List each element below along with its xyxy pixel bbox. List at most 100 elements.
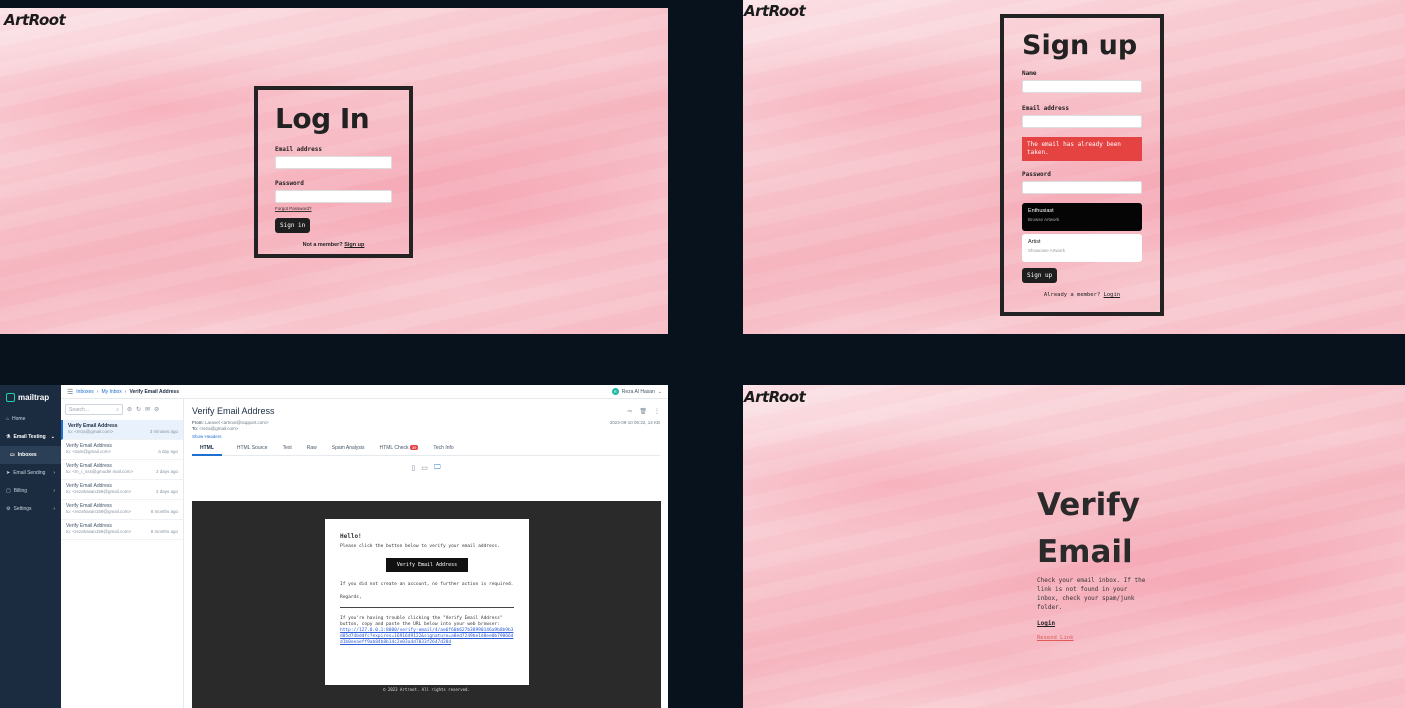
menu-icon[interactable]: ☰ (67, 388, 73, 396)
mailtrap-window: mailtrap ⌂ Home ⚗ Email Testing ⌄ ▭ Inboxes … (0, 385, 668, 708)
signup-password-input[interactable] (1022, 181, 1142, 194)
breadcrumb-my-inbox[interactable]: My Inbox (101, 389, 121, 395)
message-time: a day ago (158, 449, 178, 454)
mobile-icon[interactable]: ▯ (411, 464, 415, 472)
mark-read-icon[interactable]: ✉ (145, 406, 150, 413)
message-item[interactable]: Verify Email Address to: <rezahasan159@g… (61, 480, 183, 500)
message-meta: From: Laravel <artroot@support.com> 2023… (192, 420, 660, 440)
desktop-icon[interactable]: 🖵 (434, 464, 441, 472)
name-input[interactable] (1022, 80, 1142, 93)
html-check-badge: 39 (409, 445, 419, 450)
sign-up-button[interactable]: Sign up (1022, 268, 1058, 283)
signup-email-input[interactable] (1022, 115, 1142, 128)
message-item[interactable]: Verify Email Address to: <rezahasan159@g… (61, 520, 183, 540)
email-note: If you did not create an account, no fur… (340, 582, 514, 587)
nav-label: Email Sending (13, 470, 46, 476)
nav-settings[interactable]: ⚙ Settings › (0, 500, 61, 518)
tab-html-source[interactable]: HTML Source (237, 445, 268, 451)
tab-spam-analysis[interactable]: Spam Analysis (332, 445, 365, 451)
nav-home[interactable]: ⌂ Home (0, 410, 61, 428)
chevron-right-icon: › (53, 488, 55, 494)
email-input[interactable] (275, 156, 392, 169)
email-copyright: © 2023 Artroot. All rights reserved. (383, 687, 470, 692)
user-menu[interactable]: R Reza Al Hasan ⌄ (611, 388, 662, 395)
email-error-message: The email has already been taken. (1022, 137, 1142, 161)
filter-icon[interactable]: ⊜ (127, 406, 132, 413)
artroot-logo[interactable]: ArtRoot (4, 11, 66, 29)
message-to: to: <reza@gmail.com> (68, 429, 114, 434)
verify-title: Verify Email (1037, 482, 1140, 576)
role-option-artist[interactable]: Artist Showcase Artwork (1022, 234, 1142, 262)
tab-tech-info[interactable]: Tech Info (433, 445, 453, 451)
show-headers-link[interactable]: Show Headers (192, 434, 660, 440)
message-time: 2 days ago (155, 489, 178, 494)
send-icon: ➤ (6, 470, 11, 476)
message-to: to: <m_r_sss@gmudel mail.com> (66, 469, 134, 474)
message-item[interactable]: Verify Email Address to: <sam@gmail.com>… (61, 440, 183, 460)
chevron-down-icon: ⌄ (50, 434, 55, 440)
message-item[interactable]: Verify Email Address to: <m_r_sss@gmudel… (61, 460, 183, 480)
gear-icon: ⚙ (6, 506, 11, 512)
password-input[interactable] (275, 190, 392, 203)
sign-in-button[interactable]: Sign in (275, 218, 311, 233)
mailtrap-sidebar: mailtrap ⌂ Home ⚗ Email Testing ⌄ ▭ Inboxes … (0, 385, 61, 708)
message-item[interactable]: Verify Email Address to: <reza@gmail.com… (61, 420, 183, 440)
tab-raw[interactable]: Raw (307, 445, 317, 451)
login-link[interactable]: Login (1104, 292, 1121, 298)
tab-html[interactable]: HTML (192, 445, 222, 456)
from-value: Laravel <artroot@support.com> (205, 420, 269, 425)
mailtrap-logo[interactable]: mailtrap (0, 385, 61, 410)
role-subtitle: Showcase Artwork (1028, 248, 1066, 253)
message-list: Search... ⌕ ⊜ ↻ ✉ ⊘ Verify Email Address… (61, 399, 184, 708)
nav-billing[interactable]: ▢ Billing › (0, 482, 61, 500)
tab-text[interactable]: Text (283, 445, 292, 451)
more-icon[interactable]: ⋮ (654, 408, 660, 415)
role-subtitle: Browse Artwork (1028, 217, 1060, 222)
role-title: Enthusiast (1028, 208, 1054, 214)
message-to: to: <rezahasan159@gmail.com> (66, 489, 132, 494)
device-switcher: ▯ ▭ 🖵 (192, 464, 660, 472)
forgot-password-link[interactable]: Forgot Password? (275, 206, 392, 211)
message-to: to: <rezahasan159@gmail.com> (66, 529, 132, 534)
email-regards: Regards, (340, 595, 362, 600)
verify-login-link[interactable]: Login (1037, 620, 1055, 627)
refresh-icon[interactable]: ↻ (136, 406, 141, 413)
forward-icon[interactable]: ⇨ (627, 408, 632, 415)
tab-label: HTML Check (379, 445, 409, 451)
name-label: Name (1022, 70, 1037, 77)
mailtrap-brand: mailtrap (18, 393, 50, 402)
tablet-icon[interactable]: ▭ (421, 464, 428, 472)
email-intro: Please click the button below to verify … (340, 544, 500, 549)
message-tabs: HTML HTML Source Text Raw Spam Analysis … (192, 445, 660, 456)
signup-password-label: Password (1022, 171, 1051, 178)
role-option-enthusiast[interactable]: Enthusiast Browse Artwork (1022, 203, 1142, 231)
nav-inboxes[interactable]: ▭ Inboxes (0, 446, 61, 464)
nav-email-testing[interactable]: ⚗ Email Testing ⌄ (0, 428, 61, 446)
breadcrumb: ☰ Inboxes › My Inbox › Verify Email Addr… (61, 385, 668, 399)
clear-icon[interactable]: ⊘ (154, 406, 159, 413)
verify-url-link[interactable]: http://127.0.0.1:8000/verify-email/4/ae6… (340, 628, 513, 645)
nav-email-sending[interactable]: ➤ Email Sending › (0, 464, 61, 482)
message-item[interactable]: Verify Email Address to: <rezahasan159@g… (61, 500, 183, 520)
tab-html-check[interactable]: HTML Check 39 (380, 445, 419, 451)
search-input[interactable]: Search... ⌕ (65, 404, 123, 415)
signup-card: Sign up Name Email address The email has… (1000, 14, 1164, 316)
artroot-logo[interactable]: ArtRoot (744, 388, 806, 406)
card-icon: ▢ (6, 488, 11, 494)
message-time: 8 months ago (150, 529, 178, 534)
home-icon: ⌂ (6, 416, 10, 422)
search-placeholder: Search... (69, 406, 90, 413)
sign-up-link[interactable]: Sign up (344, 242, 364, 248)
resend-link[interactable]: Resend Link (1037, 635, 1073, 641)
email-trouble-text: If you're having trouble clicking the "V… (340, 616, 503, 627)
nav-label: Email Testing (13, 434, 46, 440)
breadcrumb-inboxes[interactable]: Inboxes (76, 389, 94, 395)
inbox-icon: ▭ (10, 452, 15, 458)
message-time: 3 minutes ago (149, 429, 178, 434)
trash-icon[interactable]: 🗑 (639, 408, 647, 415)
nav-label: Home (12, 416, 26, 422)
artroot-logo[interactable]: ArtRoot (744, 2, 806, 20)
signup-title: Sign up (1022, 30, 1138, 61)
verify-email-button[interactable]: Verify Email Address (386, 558, 468, 572)
chevron-down-icon: ⌄ (657, 388, 662, 395)
